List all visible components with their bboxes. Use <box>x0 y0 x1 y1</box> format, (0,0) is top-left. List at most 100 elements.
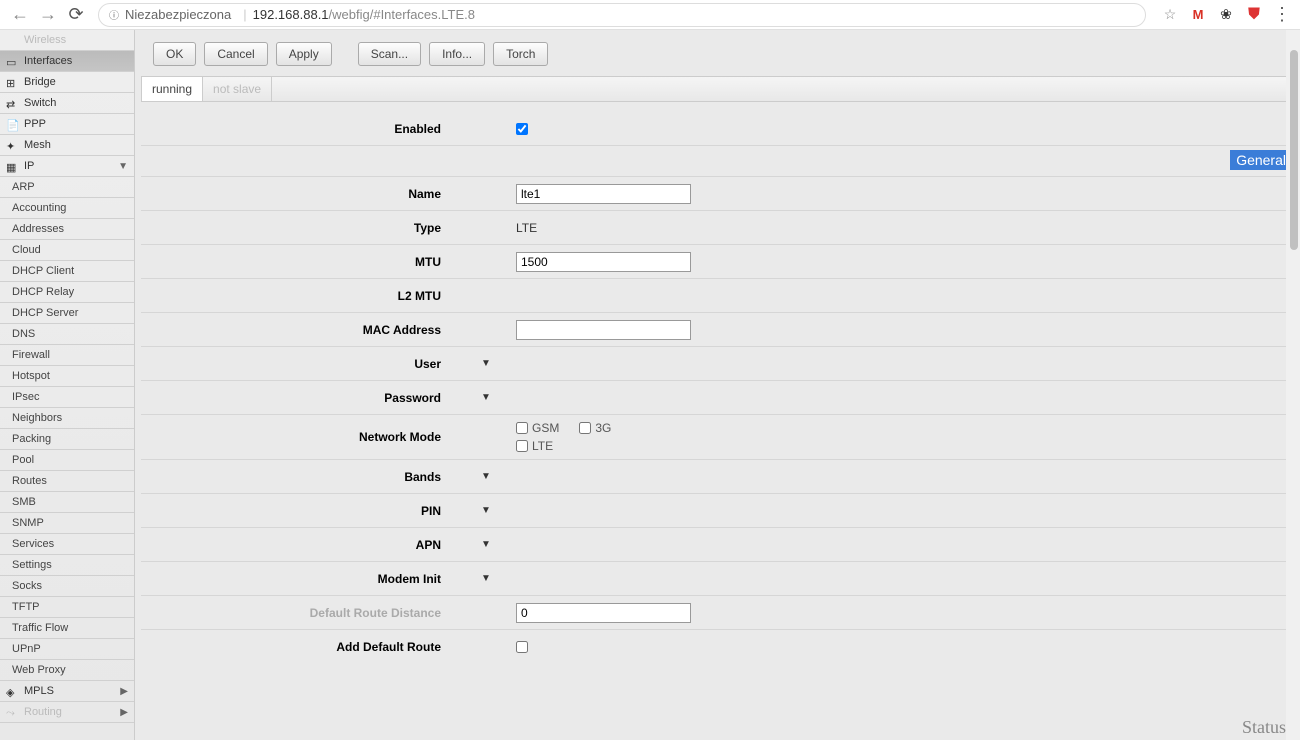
browser-back-button[interactable]: ← <box>8 3 32 27</box>
gmail-icon[interactable]: M <box>1188 5 1208 25</box>
network-mode-3g[interactable]: 3G <box>579 421 611 435</box>
sidebar-item-interfaces[interactable]: ▭Interfaces <box>0 51 134 72</box>
modem-init-expand[interactable]: ▼ <box>481 573 491 584</box>
mesh-icon: ✦ <box>6 140 20 150</box>
vertical-scrollbar[interactable] <box>1286 30 1300 740</box>
scroll-thumb[interactable] <box>1290 50 1298 250</box>
sidebar-item-upnp[interactable]: UPnP <box>0 639 134 660</box>
sidebar-item-tftp[interactable]: TFTP <box>0 597 134 618</box>
sidebar-item-smb[interactable]: SMB <box>0 492 134 513</box>
pin-label: PIN <box>141 504 461 518</box>
chevron-down-icon: ▼ <box>118 161 128 172</box>
network-mode-gsm[interactable]: GSM <box>516 421 559 435</box>
type-value: LTE <box>516 221 537 235</box>
mac-input[interactable] <box>516 320 691 340</box>
switch-icon: ⇄ <box>6 98 20 108</box>
toolbar: OK Cancel Apply Scan... Info... Torch <box>141 36 1294 76</box>
default-route-distance-label: Default Route Distance <box>141 606 461 620</box>
sidebar-item-bridge[interactable]: ⊞Bridge <box>0 72 134 93</box>
network-mode-lte[interactable]: LTE <box>516 439 553 453</box>
chevron-right-icon: ▶ <box>120 707 128 718</box>
sidebar-item-addresses[interactable]: Addresses <box>0 219 134 240</box>
status-corner: Status <box>1242 717 1286 738</box>
url-bar[interactable]: ⓘ Niezabezpieczona | 192.168.88.1/webfig… <box>98 3 1146 27</box>
name-input[interactable] <box>516 184 691 204</box>
bands-label: Bands <box>141 470 461 484</box>
sidebar-item-routes[interactable]: Routes <box>0 471 134 492</box>
cancel-button[interactable]: Cancel <box>204 42 267 66</box>
mtu-label: MTU <box>141 255 461 269</box>
enabled-label: Enabled <box>141 122 461 136</box>
sidebar-item-settings[interactable]: Settings <box>0 555 134 576</box>
url-host: 192.168.88.1 <box>253 7 329 22</box>
main-panel: OK Cancel Apply Scan... Info... Torch ru… <box>135 30 1300 740</box>
bookmark-star-icon[interactable]: ☆ <box>1160 5 1180 25</box>
enabled-checkbox[interactable] <box>516 123 528 135</box>
chevron-right-icon: ▶ <box>120 686 128 697</box>
add-default-route-checkbox[interactable] <box>516 641 528 653</box>
password-expand[interactable]: ▼ <box>481 392 491 403</box>
bands-expand[interactable]: ▼ <box>481 471 491 482</box>
ppp-icon: 📄 <box>6 119 20 129</box>
sidebar-item-wireless[interactable]: Wireless <box>0 30 134 51</box>
mac-label: MAC Address <box>141 323 461 337</box>
l2mtu-label: L2 MTU <box>141 289 461 303</box>
sidebar-item-services[interactable]: Services <box>0 534 134 555</box>
user-label: User <box>141 357 461 371</box>
scan-button[interactable]: Scan... <box>358 42 421 66</box>
type-label: Type <box>141 221 461 235</box>
info-icon: ⓘ <box>109 7 119 22</box>
browser-forward-button[interactable]: → <box>36 3 60 27</box>
apn-expand[interactable]: ▼ <box>481 539 491 550</box>
name-label: Name <box>141 187 461 201</box>
sidebar-item-ppp[interactable]: 📄PPP <box>0 114 134 135</box>
sidebar-item-switch[interactable]: ⇄Switch <box>0 93 134 114</box>
sidebar-item-mpls[interactable]: ◈MPLS▶ <box>0 681 134 702</box>
sidebar-item-ipsec[interactable]: IPsec <box>0 387 134 408</box>
add-default-route-label: Add Default Route <box>141 640 461 654</box>
sidebar-item-firewall[interactable]: Firewall <box>0 345 134 366</box>
info-button[interactable]: Info... <box>429 42 485 66</box>
torch-button[interactable]: Torch <box>493 42 548 66</box>
apply-button[interactable]: Apply <box>276 42 332 66</box>
sidebar-item-cloud[interactable]: Cloud <box>0 240 134 261</box>
apn-label: APN <box>141 538 461 552</box>
sidebar-item-snmp[interactable]: SNMP <box>0 513 134 534</box>
browser-menu-icon[interactable]: ⋮ <box>1272 5 1292 25</box>
sidebar-item-packing[interactable]: Packing <box>0 429 134 450</box>
network-mode-label: Network Mode <box>141 430 461 444</box>
default-route-distance-input[interactable] <box>516 603 691 623</box>
browser-reload-button[interactable]: ⟳ <box>64 3 88 27</box>
sidebar-item-traffic-flow[interactable]: Traffic Flow <box>0 618 134 639</box>
mtu-input[interactable] <box>516 252 691 272</box>
sidebar-item-mesh[interactable]: ✦Mesh <box>0 135 134 156</box>
password-label: Password <box>141 391 461 405</box>
pin-expand[interactable]: ▼ <box>481 505 491 516</box>
status-not-slave: not slave <box>203 77 272 101</box>
security-status: Niezabezpieczona <box>125 7 231 22</box>
sidebar-item-dhcp-server[interactable]: DHCP Server <box>0 303 134 324</box>
extension-icon[interactable]: ❀ <box>1216 5 1236 25</box>
user-expand[interactable]: ▼ <box>481 358 491 369</box>
sidebar-item-routing[interactable]: ⤳Routing▶ <box>0 702 134 723</box>
section-general: General <box>1230 150 1292 170</box>
sidebar-item-web-proxy[interactable]: Web Proxy <box>0 660 134 681</box>
interfaces-icon: ▭ <box>6 56 20 66</box>
sidebar-item-socks[interactable]: Socks <box>0 576 134 597</box>
ok-button[interactable]: OK <box>153 42 196 66</box>
mpls-icon: ◈ <box>6 686 20 696</box>
modem-init-label: Modem Init <box>141 572 461 586</box>
sidebar-item-dhcp-relay[interactable]: DHCP Relay <box>0 282 134 303</box>
sidebar-item-dhcp-client[interactable]: DHCP Client <box>0 261 134 282</box>
sidebar: Wireless ▭Interfaces ⊞Bridge ⇄Switch 📄PP… <box>0 30 135 740</box>
sidebar-item-arp[interactable]: ARP <box>0 177 134 198</box>
sidebar-item-dns[interactable]: DNS <box>0 324 134 345</box>
routing-icon: ⤳ <box>6 707 20 717</box>
sidebar-item-ip[interactable]: ▦IP▼ <box>0 156 134 177</box>
status-running: running <box>142 77 203 101</box>
sidebar-item-accounting[interactable]: Accounting <box>0 198 134 219</box>
sidebar-item-pool[interactable]: Pool <box>0 450 134 471</box>
sidebar-item-neighbors[interactable]: Neighbors <box>0 408 134 429</box>
sidebar-item-hotspot[interactable]: Hotspot <box>0 366 134 387</box>
shield-icon[interactable]: ⛊ <box>1244 5 1264 25</box>
